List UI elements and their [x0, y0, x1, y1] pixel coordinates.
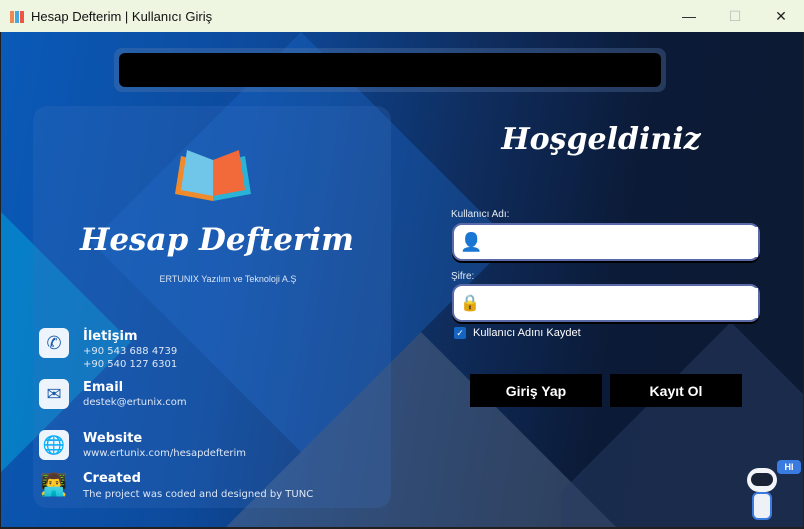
- created-value: The project was coded and designed by TU…: [83, 489, 314, 500]
- app-book-icon: [9, 8, 25, 24]
- email-value: destek@ertunix.com: [83, 397, 187, 408]
- hi-bubble: HI: [777, 460, 801, 474]
- close-button[interactable]: ✕: [758, 0, 804, 32]
- maximize-button[interactable]: ☐: [712, 0, 758, 32]
- checkmark-icon: ✓: [454, 327, 466, 339]
- contact-heading: İletişim: [83, 329, 138, 344]
- remember-label: Kullanıcı Adını Kaydet: [473, 327, 581, 339]
- brand-title: Hesap Defterim: [80, 222, 354, 258]
- title-bar: Hesap Defterim | Kullanıcı Giriş — ☐ ✕: [0, 0, 804, 32]
- top-banner: [114, 48, 666, 92]
- email-heading: Email: [83, 380, 124, 395]
- open-book-logo: [175, 150, 251, 201]
- phone-1: +90 543 688 4739: [83, 346, 178, 357]
- created-heading: Created: [83, 471, 141, 486]
- minimize-button[interactable]: —: [666, 0, 712, 32]
- remember-username-checkbox[interactable]: ✓ Kullanıcı Adını Kaydet: [454, 327, 581, 339]
- welcome-heading: Hoşgeldiniz: [501, 122, 701, 157]
- globe-icon: 🌐: [39, 430, 69, 460]
- password-label: Şifre:: [451, 271, 475, 282]
- developer-avatar-icon: 👨‍💻: [40, 472, 68, 497]
- company-name: ERTUNIX Yazılım ve Teknoloji A.Ş: [159, 274, 297, 284]
- phone-2: +90 540 127 6301: [83, 359, 178, 370]
- login-button[interactable]: Giriş Yap: [470, 374, 602, 407]
- register-button[interactable]: Kayıt Ol: [610, 374, 742, 407]
- lock-icon: 🔒: [460, 295, 480, 312]
- login-window: Hesap Defterim ERTUNIX Yazılım ve Teknol…: [1, 32, 803, 527]
- username-label: Kullanıcı Adı:: [451, 209, 510, 220]
- phone-icon: ✆: [39, 328, 69, 358]
- website-value: www.ertunix.com/hesapdefterim: [83, 448, 246, 459]
- password-field[interactable]: 🔒: [452, 284, 760, 322]
- window-title: Hesap Defterim | Kullanıcı Giriş: [31, 8, 213, 24]
- user-icon: 👤: [460, 231, 483, 252]
- username-field[interactable]: 👤: [452, 223, 760, 261]
- robot-mascot-icon: HI: [741, 460, 803, 524]
- password-input[interactable]: [485, 288, 758, 318]
- username-input[interactable]: [488, 227, 758, 257]
- website-heading: Website: [83, 431, 143, 446]
- email-icon: ✉: [39, 379, 69, 409]
